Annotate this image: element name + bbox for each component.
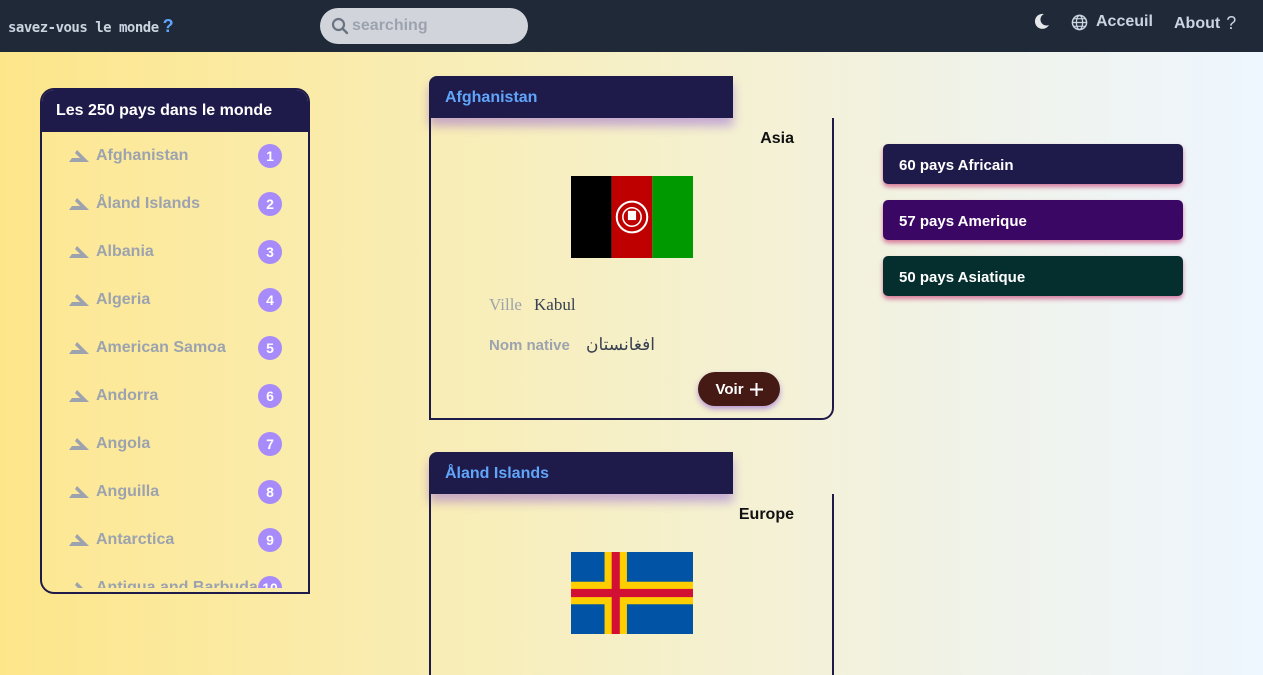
sidebar-item-albania[interactable]: Albania 3: [42, 228, 308, 276]
country-region: Europe: [738, 506, 794, 523]
plane-icon: [69, 534, 89, 546]
nav-link-acceuil[interactable]: Acceuil: [1071, 13, 1153, 31]
continent-button-america[interactable]: 57 pays Amerique: [883, 200, 1183, 240]
country-list[interactable]: Afghanistan 1 Åland Islands 2 Albania 3 …: [42, 132, 308, 588]
sidebar-item-number-badge: 6: [258, 384, 282, 408]
search-input[interactable]: [352, 8, 522, 44]
search-bar: [320, 8, 528, 44]
sidebar-item-angola[interactable]: Angola 7: [42, 420, 308, 468]
brand-question-mark: ?: [162, 16, 174, 36]
nav-link-acceuil-label: Acceuil: [1096, 13, 1153, 30]
nav-link-about[interactable]: About ?: [1174, 13, 1236, 34]
sidebar-item-number-badge: 5: [258, 336, 282, 360]
plane-icon: [75, 582, 83, 588]
sidebar-item-number-badge: 9: [258, 528, 282, 552]
voir-button[interactable]: Voir: [698, 372, 780, 406]
country-card: Asia Ville Kabul Nom native افغانستان Vo…: [429, 118, 834, 420]
nav-link-about-label: About: [1174, 14, 1221, 32]
sidebar-item-label: Andorra: [96, 387, 159, 404]
flag-afghanistan: [571, 176, 693, 258]
country-sidebar: Les 250 pays dans le monde Afghanistan 1…: [40, 88, 310, 594]
sidebar-item-number-badge: 8: [258, 480, 282, 504]
sidebar-item-number-badge: 1: [258, 144, 282, 168]
sidebar-item-algeria[interactable]: Algeria 4: [42, 276, 308, 324]
sidebar-title: Les 250 pays dans le monde: [42, 90, 308, 132]
sidebar-item-label: Albania: [96, 243, 154, 260]
sidebar-item-label: Antigua and Barbuda: [96, 579, 258, 588]
voir-button-label: Voir: [715, 380, 744, 398]
sidebar-item-label: Åland Islands: [96, 195, 201, 212]
plane-icon: [69, 246, 89, 258]
country-card-title[interactable]: Afghanistan: [429, 76, 733, 118]
sidebar-item-andorra[interactable]: Andorra 6: [42, 372, 308, 420]
flag-aland-islands: [571, 552, 693, 634]
plane-icon: [69, 486, 89, 498]
sidebar-item-label: Afghanistan: [96, 147, 189, 164]
native-name-label: Nom native: [489, 337, 570, 354]
ville-value: Kabul: [534, 295, 576, 314]
ville-label: Ville: [489, 295, 522, 314]
sidebar-item-american-samoa[interactable]: American Samoa 5: [42, 324, 308, 372]
question-icon: ?: [1226, 13, 1237, 33]
sidebar-item-number-badge: 4: [258, 288, 282, 312]
plane-icon: [69, 438, 89, 450]
sidebar-item-number-badge: 2: [258, 192, 282, 216]
sidebar-item-aland-islands[interactable]: Åland Islands 2: [42, 180, 308, 228]
country-card-title[interactable]: Åland Islands: [429, 452, 733, 494]
sidebar-item-label: Antarctica: [96, 531, 175, 548]
sidebar-item-label: Angola: [96, 435, 151, 452]
globe-icon: [1071, 14, 1088, 30]
continent-button-africa[interactable]: 60 pays Africain: [883, 144, 1183, 184]
sidebar-item-label: Anguilla: [96, 483, 160, 500]
search-icon: [331, 17, 349, 35]
plane-icon: [69, 150, 89, 162]
moon-icon[interactable]: [1033, 12, 1051, 30]
plane-icon: [69, 390, 89, 402]
sidebar-item-antigua-and-barbuda[interactable]: Antigua and Barbuda 10: [42, 564, 308, 588]
navbar: savez-vous le monde? Acceuil About ?: [0, 0, 1263, 52]
plane-icon: [69, 198, 89, 210]
plane-icon: [69, 342, 89, 354]
sidebar-item-number-badge: 3: [258, 240, 282, 264]
sidebar-item-number-badge: 7: [258, 432, 282, 456]
sidebar-item-antarctica[interactable]: Antarctica 9: [42, 516, 308, 564]
sidebar-item-label: American Samoa: [96, 339, 226, 356]
plane-icon: [69, 294, 89, 306]
sidebar-item-label: Algeria: [96, 291, 151, 308]
continent-button-asia[interactable]: 50 pays Asiatique: [883, 256, 1183, 296]
sidebar-item-number-badge: 10: [258, 576, 282, 588]
country-region: Asia: [760, 130, 794, 147]
brand-text: savez-vous le monde: [8, 20, 159, 36]
plus-icon: [749, 382, 763, 396]
brand-logo[interactable]: savez-vous le monde?: [8, 16, 174, 37]
sidebar-item-afghanistan[interactable]: Afghanistan 1: [42, 132, 308, 180]
country-card: Europe: [429, 494, 834, 675]
native-name-value: افغانستان: [586, 335, 655, 354]
sidebar-item-anguilla[interactable]: Anguilla 8: [42, 468, 308, 516]
